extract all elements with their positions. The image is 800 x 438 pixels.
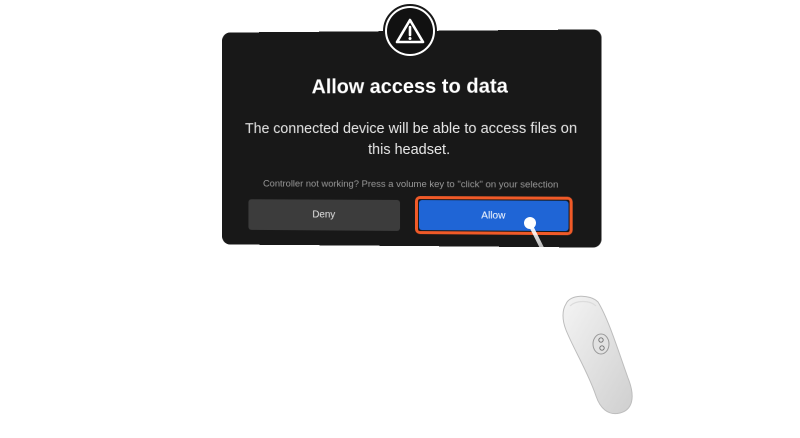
deny-button[interactable]: Deny [248, 199, 400, 231]
vr-controller-icon [563, 296, 632, 413]
allow-button[interactable]: Allow [419, 200, 569, 231]
permission-dialog: Allow access to data The connected devic… [222, 29, 601, 247]
vr-scene: Allow access to data The connected devic… [0, 0, 800, 438]
dialog-message: The connected device will be able to acc… [240, 119, 583, 162]
dialog-title: Allow access to data [222, 75, 601, 100]
warning-badge [383, 4, 437, 58]
warning-triangle-icon [387, 8, 433, 54]
controller-hint: Controller not working? Press a volume k… [222, 178, 601, 190]
